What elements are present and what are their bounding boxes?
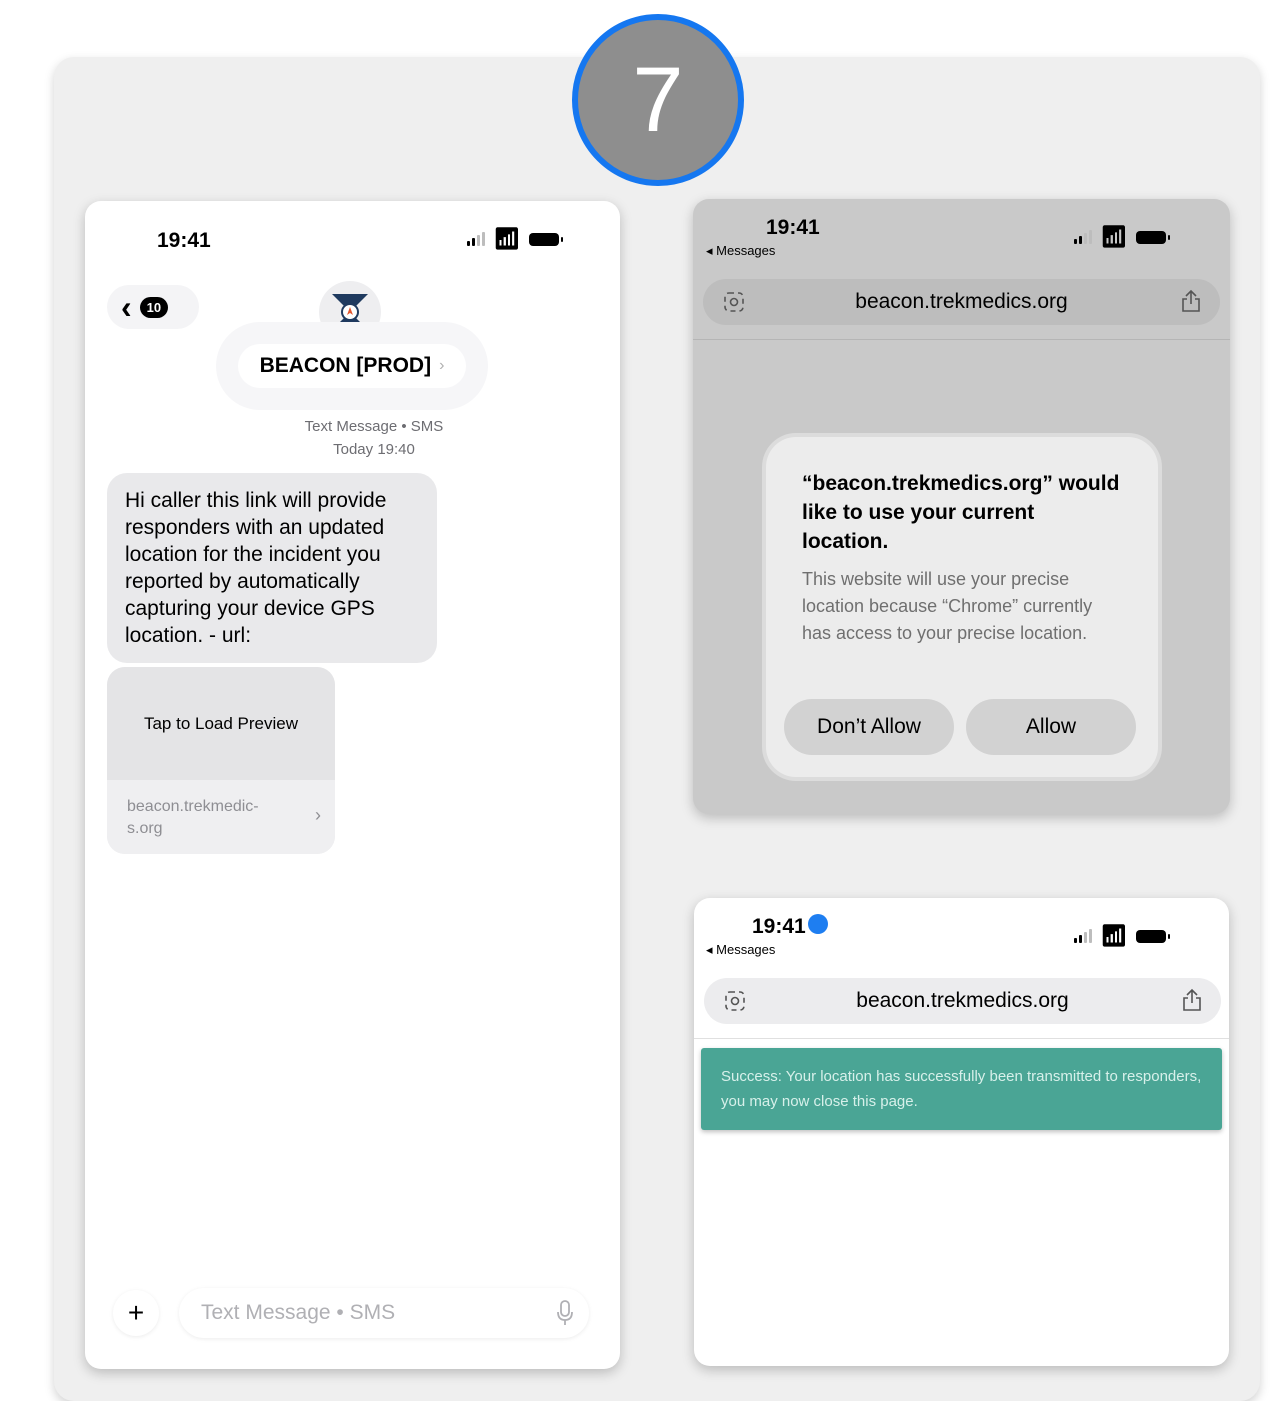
link-preview-card[interactable]: Tap to Load Preview beacon.trekmedic- s.… xyxy=(107,667,335,854)
url-text: beacon.trekmedics.org xyxy=(856,989,1069,1012)
message-input[interactable]: Text Message • SMS xyxy=(179,1288,589,1338)
status-icons: 📶︎ xyxy=(1074,224,1170,249)
toolbar-divider xyxy=(693,339,1230,340)
allow-button[interactable]: Allow xyxy=(966,699,1136,755)
message-input-placeholder: Text Message • SMS xyxy=(201,1301,396,1324)
incoming-message-bubble: Hi caller this link will provide respond… xyxy=(107,473,437,663)
dialog-body: This website will use your precise locat… xyxy=(802,569,1093,643)
wifi-icon: 📶︎ xyxy=(493,226,521,251)
status-time: 19:41 xyxy=(752,914,828,939)
location-permission-dialog: “beacon.trekmedics.org” would like to us… xyxy=(766,437,1158,777)
step-badge: 7 xyxy=(572,14,744,186)
page-settings-icon[interactable] xyxy=(724,990,746,1012)
address-bar[interactable]: beacon.trekmedics.org xyxy=(703,279,1220,325)
plus-icon[interactable]: + xyxy=(113,1290,159,1336)
message-type-label: Text Message • SMS xyxy=(304,418,444,435)
preview-domain-area[interactable]: beacon.trekmedic- s.org › xyxy=(107,780,335,854)
compose-bar: + Text Message • SMS xyxy=(113,1288,593,1338)
preview-domain: beacon.trekmedic- s.org xyxy=(127,798,259,837)
status-time: 19:41 xyxy=(766,216,820,239)
chevron-right-icon: › xyxy=(439,357,445,374)
message-timestamp: Today 19:40 xyxy=(333,441,415,458)
battery-icon xyxy=(528,232,563,246)
status-icons: 📶︎ xyxy=(1074,923,1170,948)
tap-to-load-preview[interactable]: Tap to Load Preview xyxy=(107,667,335,780)
location-permission-screen: 19:41 ◂ Messages 📶︎ beacon.trekmedics.or… xyxy=(693,199,1230,814)
step-number: 7 xyxy=(632,49,684,151)
wifi-icon: 📶︎ xyxy=(1100,224,1128,249)
signal-icon xyxy=(1074,929,1092,943)
back-to-messages-link[interactable]: ◂ Messages xyxy=(706,942,775,958)
success-alert: Success: Your location has successfully … xyxy=(701,1048,1222,1130)
location-arrow-icon xyxy=(807,914,828,935)
chevron-right-icon: › xyxy=(315,805,321,825)
wifi-icon: 📶︎ xyxy=(1100,923,1128,948)
signal-icon xyxy=(1074,230,1092,244)
back-button[interactable]: ‹ 10 xyxy=(107,285,199,329)
address-bar[interactable]: beacon.trekmedics.org xyxy=(704,978,1221,1024)
toolbar-divider xyxy=(694,1038,1229,1039)
microphone-icon[interactable] xyxy=(557,1300,573,1326)
back-to-messages-link[interactable]: ◂ Messages xyxy=(706,243,775,259)
status-time-text: 19:41 xyxy=(752,915,806,938)
share-icon[interactable] xyxy=(1180,289,1202,313)
messages-screen: 19:41 📶︎ ‹ 10 BEACON [PROD] › Text Messa… xyxy=(85,201,620,1369)
battery-icon xyxy=(1135,929,1170,943)
unread-count-badge: 10 xyxy=(139,296,169,318)
contact-avatar[interactable] xyxy=(319,281,381,343)
battery-icon xyxy=(1135,230,1170,244)
share-icon[interactable] xyxy=(1181,988,1203,1012)
page-settings-icon[interactable] xyxy=(723,291,745,313)
dialog-title: “beacon.trekmedics.org” would like to us… xyxy=(802,472,1120,553)
compass-icon xyxy=(332,294,368,330)
status-icons: 📶︎ xyxy=(467,226,563,251)
url-text: beacon.trekmedics.org xyxy=(855,290,1068,313)
success-screen: 19:41 ◂ Messages 📶︎ beacon.trekmedics.or… xyxy=(694,898,1229,1366)
contact-name: BEACON [PROD] xyxy=(259,354,432,377)
contact-name-button[interactable]: BEACON [PROD] › xyxy=(238,344,466,388)
chevron-left-icon: ‹ xyxy=(121,289,132,325)
dont-allow-button[interactable]: Don’t Allow xyxy=(784,699,954,755)
signal-icon xyxy=(467,232,485,246)
status-time: 19:41 xyxy=(157,229,211,252)
